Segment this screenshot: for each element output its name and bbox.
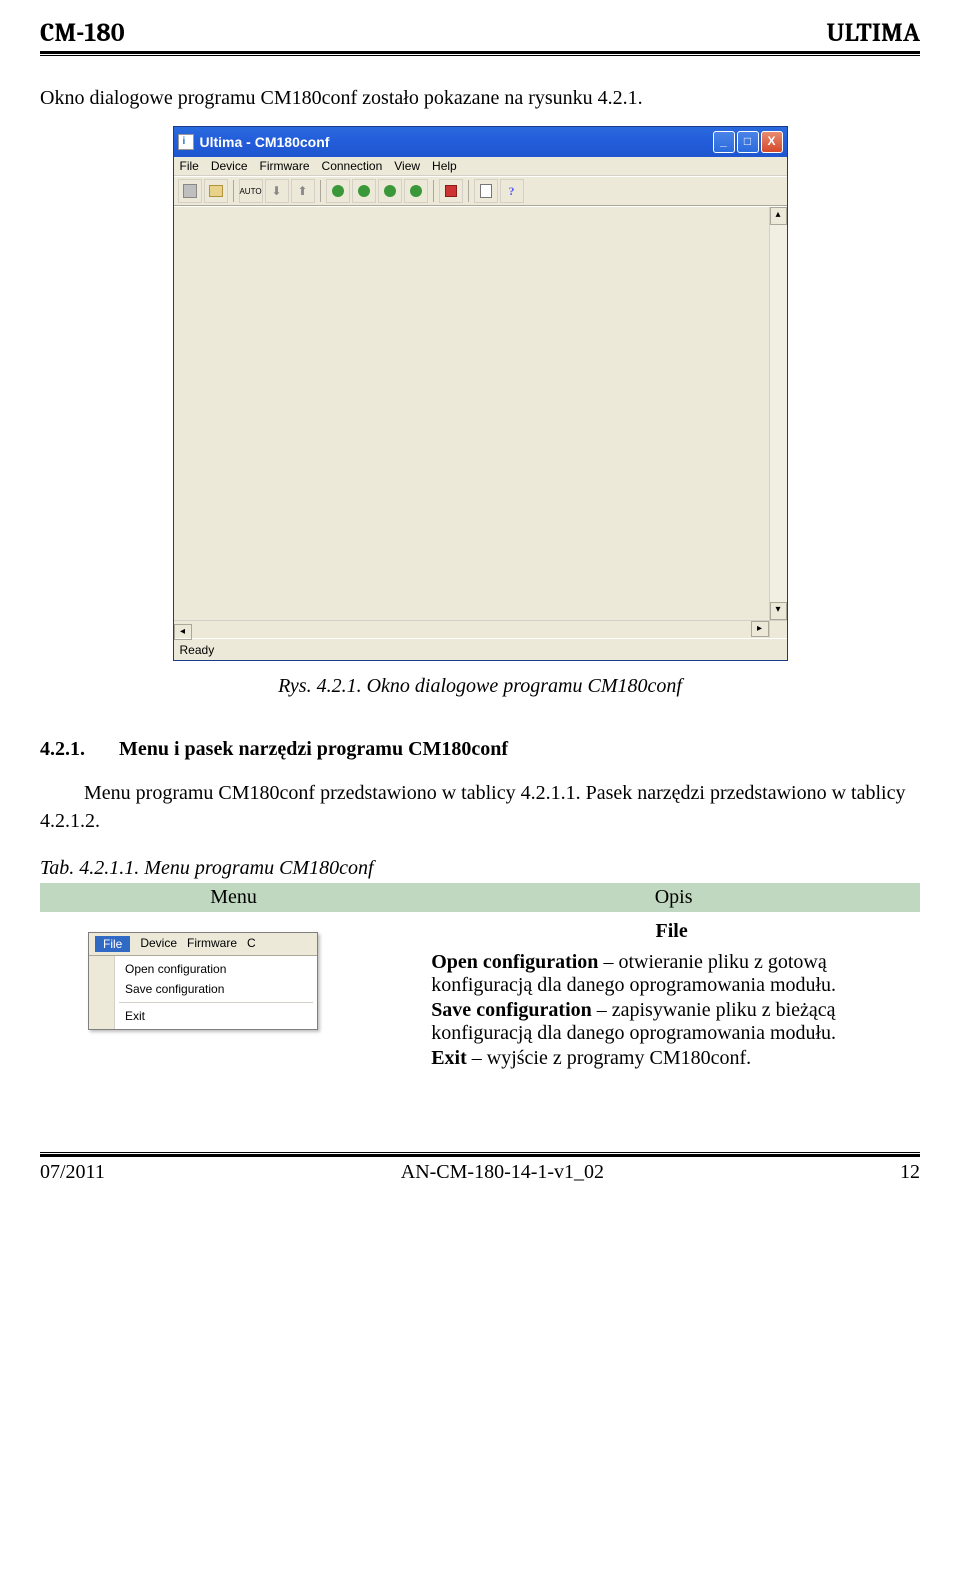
menu-item-open[interactable]: Open configuration — [115, 959, 317, 979]
menu-cell: File Device Firmware C Open configuratio… — [40, 912, 427, 1078]
toolbar-separator — [320, 180, 321, 202]
file-menu-popup: File Device Firmware C Open configuratio… — [88, 932, 318, 1030]
maximize-button[interactable]: □ — [737, 131, 759, 153]
toolbar-help-icon[interactable]: ? — [500, 179, 524, 203]
toolbar-separator — [433, 180, 434, 202]
canvas-area: ▴ ▾ ◂ ▸ — [174, 206, 787, 638]
statusbar: Ready — [174, 638, 787, 660]
toolbar-separator — [233, 180, 234, 202]
app-window: Ultima - CM180conf _ □ X File Device Fir… — [173, 126, 788, 661]
toolbar-node-green-icon[interactable] — [326, 179, 350, 203]
toolbar-doc-icon[interactable] — [474, 179, 498, 203]
popup-menu-more[interactable]: C — [247, 936, 256, 952]
paragraph-2: Menu programu CM180conf przedstawiono w … — [40, 779, 920, 835]
header-left: CM-180 — [40, 18, 125, 48]
toolbar-separator — [468, 180, 469, 202]
toolbar-node-green3-icon[interactable] — [378, 179, 402, 203]
desc-exit: Exit – wyjście z programy CM180conf. — [431, 1047, 912, 1070]
footer-page: 12 — [900, 1161, 920, 1184]
section-heading: 4.2.1. Menu i pasek narzędzi programu CM… — [40, 738, 920, 761]
toolbar-open-icon[interactable] — [204, 179, 228, 203]
table-header-menu: Menu — [40, 883, 427, 912]
toolbar-auto-icon[interactable]: AUTO — [239, 179, 263, 203]
minimize-button[interactable]: _ — [713, 131, 735, 153]
menubar-item-help[interactable]: Help — [432, 159, 457, 173]
popup-menubar: File Device Firmware C — [89, 933, 317, 956]
section-title: Menu i pasek narzędzi programu CM180conf — [119, 738, 508, 761]
popup-menu-device[interactable]: Device — [140, 936, 177, 952]
scroll-down-icon[interactable]: ▾ — [770, 602, 787, 620]
menubar-item-view[interactable]: View — [394, 159, 420, 173]
file-section-label: File — [431, 918, 912, 951]
menubar-item-device[interactable]: Device — [211, 159, 248, 173]
titlebar-text: Ultima - CM180conf — [200, 134, 707, 150]
description-cell: File Open configuration – otwieranie pli… — [427, 912, 920, 1078]
page-footer: 07/2011 AN-CM-180-14-1-v1_02 12 — [40, 1157, 920, 1204]
popup-menu-file[interactable]: File — [95, 936, 130, 952]
scroll-track[interactable] — [770, 225, 787, 602]
menubar-item-firmware[interactable]: Firmware — [260, 159, 310, 173]
scroll-up-icon[interactable]: ▴ — [770, 207, 787, 225]
toolbar-download-icon[interactable]: ⬇ — [265, 179, 289, 203]
figure-caption: Rys. 4.2.1. Okno dialogowe programu CM18… — [40, 675, 920, 698]
toolbar-node-green2-icon[interactable] — [352, 179, 376, 203]
status-text: Ready — [180, 643, 215, 657]
scroll-left-icon[interactable]: ◂ — [174, 624, 192, 640]
footer-rule — [40, 1152, 920, 1153]
popup-menu-firmware[interactable]: Firmware — [187, 936, 237, 952]
menu-item-save[interactable]: Save configuration — [115, 979, 317, 999]
footer-docid: AN-CM-180-14-1-v1_02 — [401, 1161, 604, 1184]
header-rule — [40, 51, 920, 56]
table-header-row: Menu Opis — [40, 883, 920, 912]
menu-item-exit[interactable]: Exit — [115, 1006, 317, 1026]
scrollbar-corner — [769, 620, 787, 638]
table-caption: Tab. 4.2.1.1. Menu programu CM180conf — [40, 857, 920, 880]
menu-description-table: Menu Opis File Device Firmware C Open co… — [40, 883, 920, 1078]
app-icon — [178, 134, 194, 150]
toolbar-node-green4-icon[interactable] — [404, 179, 428, 203]
toolbar-save-icon[interactable] — [178, 179, 202, 203]
menu-separator — [119, 1002, 313, 1003]
titlebar: Ultima - CM180conf _ □ X — [174, 127, 787, 157]
horizontal-scrollbar[interactable]: ◂ ▸ — [174, 620, 769, 638]
close-button[interactable]: X — [761, 131, 783, 153]
table-header-opis: Opis — [427, 883, 920, 912]
menubar: File Device Firmware Connection View Hel… — [174, 157, 787, 176]
section-number: 4.2.1. — [40, 738, 85, 761]
menubar-item-file[interactable]: File — [180, 159, 199, 173]
desc-save: Save configuration – zapisywanie pliku z… — [431, 999, 912, 1045]
popup-body: Open configuration Save configuration Ex… — [89, 956, 317, 1029]
toolbar-cancel-icon[interactable] — [439, 179, 463, 203]
header-right: ULTIMA — [826, 18, 920, 48]
toolbar: AUTO ⬇ ⬆ ? — [174, 176, 787, 206]
vertical-scrollbar[interactable]: ▴ ▾ — [769, 207, 787, 620]
scroll-right-icon[interactable]: ▸ — [751, 621, 769, 637]
table-row: File Device Firmware C Open configuratio… — [40, 912, 920, 1078]
desc-open: Open configuration – otwieranie pliku z … — [431, 951, 912, 997]
paragraph-1: Okno dialogowe programu CM180conf został… — [40, 84, 920, 112]
toolbar-upload-icon[interactable]: ⬆ — [291, 179, 315, 203]
popup-icon-strip — [89, 956, 115, 1029]
window-buttons: _ □ X — [713, 131, 783, 153]
footer-date: 07/2011 — [40, 1161, 105, 1184]
popup-items: Open configuration Save configuration Ex… — [115, 956, 317, 1029]
menubar-item-connection[interactable]: Connection — [322, 159, 383, 173]
page-header: CM-180 ULTIMA — [40, 0, 920, 50]
